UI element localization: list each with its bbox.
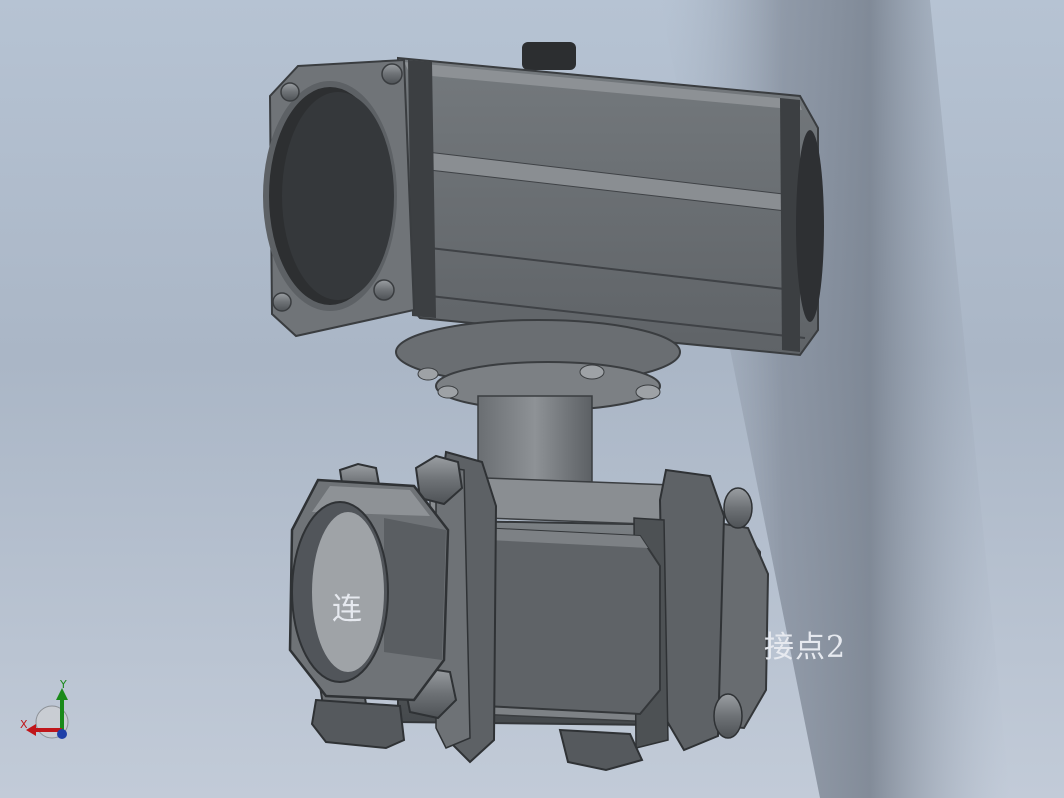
3d-viewport[interactable]: Y X 连 接点2 [0,0,1064,798]
left-hex-side [384,518,446,660]
center-body [478,526,661,716]
actuator-right-cap [796,130,824,322]
annotation-label-left[interactable]: 连 [332,584,363,628]
end-cap-inner [282,92,394,300]
lower-right-plate [558,728,644,772]
annotation-label-right[interactable]: 接点2 [764,622,846,666]
valve-stem [477,395,593,483]
y-axis-label: Y [59,678,67,691]
x-axis-label: X [20,718,28,731]
indicator-knob [522,42,576,70]
z-axis-dot [57,729,67,739]
coordinate-triad: Y X [20,678,69,739]
valve-model[interactable]: Y X [0,0,1064,798]
lower-flange-plate [310,698,406,750]
